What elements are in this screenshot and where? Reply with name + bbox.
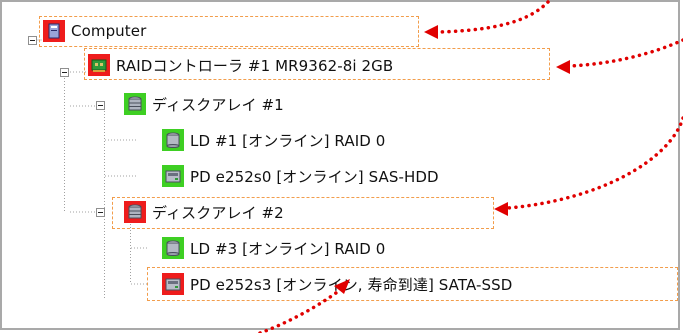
arrow-head-icon [494, 202, 508, 216]
arrow-head-icon [556, 60, 570, 74]
arrow-head-icon [424, 25, 438, 39]
annotation-arrows [258, 0, 683, 333]
